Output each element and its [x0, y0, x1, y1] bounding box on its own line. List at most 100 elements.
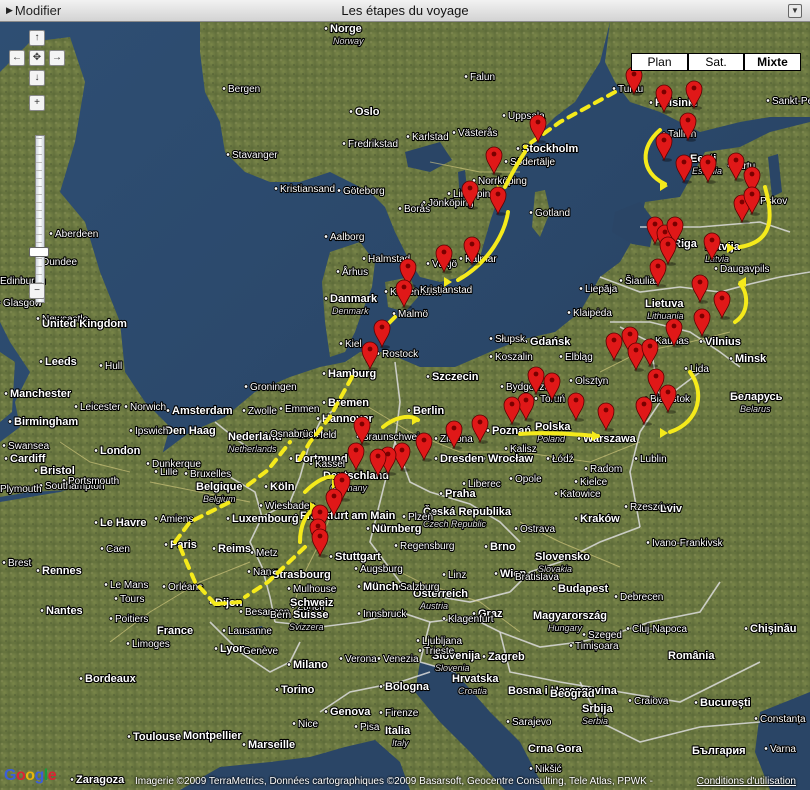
place-label: Genova	[330, 706, 371, 718]
place-label: Tours	[120, 594, 144, 605]
place-label: Falun	[470, 72, 495, 83]
town-dot	[336, 188, 342, 193]
pan-up-icon[interactable]: ↑	[29, 30, 45, 46]
place-label: България	[692, 745, 746, 757]
map-canvas[interactable]: NorgeNorway Bergen Oslo Stavanger Kristiansa…	[0, 22, 810, 790]
town-dot	[263, 484, 269, 489]
place-label: France	[157, 625, 193, 637]
place-label: Slovakia	[538, 564, 572, 574]
town-dot	[393, 543, 399, 548]
town-dot	[425, 374, 431, 379]
town-dot	[163, 542, 169, 547]
town-dot	[246, 569, 252, 574]
place-label: Cardiff	[10, 453, 46, 465]
place-label: Swansea	[8, 441, 50, 452]
place-label: Lietuva	[645, 298, 684, 310]
town-dot	[278, 406, 284, 411]
place-label: Emmen	[285, 404, 319, 415]
place-label: Rostock	[382, 349, 419, 360]
place-label: Praha	[445, 488, 476, 500]
place-label: Kraków	[580, 513, 620, 525]
zoom-slider-track[interactable]	[35, 135, 45, 303]
place-label: Poitiers	[115, 614, 148, 625]
town-dot	[328, 554, 334, 559]
pan-down-icon[interactable]: ↓	[29, 70, 45, 86]
town-dot	[763, 746, 769, 751]
map-type-satellite-button[interactable]: Sat.	[688, 53, 744, 71]
place-label: Norway	[333, 36, 364, 46]
place-label: Constanța	[760, 714, 806, 725]
place-label: Caen	[106, 544, 130, 555]
place-label: Toulouse	[133, 731, 181, 743]
town-dot	[645, 540, 651, 545]
town-dot	[378, 684, 384, 689]
town-dot	[499, 384, 505, 389]
place-label: Crna Gora	[528, 743, 583, 755]
zoom-in-icon[interactable]: +	[29, 95, 45, 111]
town-dot	[391, 311, 397, 316]
zoom-slider-handle[interactable]	[29, 247, 49, 257]
place-label: Budapest	[558, 583, 608, 595]
map-view[interactable]: Norge Norway Bergen Oslo Stavanger Kristiansa…	[0, 22, 810, 790]
place-label: Nürnberg	[372, 523, 422, 535]
place-label: Linz	[448, 570, 466, 581]
town-dot	[583, 466, 589, 471]
place-label: Magyarország	[533, 610, 607, 622]
place-label: România	[668, 650, 715, 662]
place-label: Varna	[770, 744, 796, 755]
place-label: Le Mans	[110, 580, 148, 591]
town-dot	[713, 266, 719, 271]
zoom-out-icon[interactable]: −	[29, 283, 45, 299]
place-label: Göteborg	[343, 186, 385, 197]
town-dot	[273, 186, 279, 191]
place-label: Norge	[330, 23, 362, 35]
town-dot	[573, 516, 579, 521]
place-label: Debrecen	[620, 592, 663, 603]
town-dot	[35, 568, 41, 573]
town-dot	[123, 404, 129, 409]
town-dot	[243, 384, 249, 389]
town-dot	[356, 584, 362, 589]
town-dot	[451, 130, 457, 135]
place-label: Hrvatska	[452, 673, 499, 685]
place-label: Gotland	[535, 208, 570, 219]
terms-of-use-link[interactable]: Conditions d'utilisation	[697, 776, 796, 787]
town-dot	[433, 456, 439, 461]
place-label: Zwolle	[248, 406, 277, 417]
town-dot	[633, 456, 639, 461]
town-dot	[165, 408, 171, 413]
town-dot	[241, 742, 247, 747]
place-label: Mulhouse	[293, 584, 337, 595]
town-dot	[48, 231, 54, 236]
place-label: Belgium	[203, 494, 236, 504]
place-label: Borås	[404, 203, 430, 215]
town-dot	[238, 609, 244, 614]
place-label: Pisa	[360, 722, 380, 733]
place-label: Belarus	[740, 404, 771, 414]
place-label: Nice	[298, 719, 318, 730]
place-label: Hull	[105, 361, 122, 372]
town-dot	[446, 191, 452, 196]
town-dot	[463, 74, 469, 79]
pan-center-icon[interactable]: ✥	[29, 50, 45, 66]
town-dot	[286, 586, 292, 591]
place-label: Dresden	[440, 453, 484, 465]
town-dot	[335, 269, 341, 274]
map-type-plan-button[interactable]: Plan	[631, 53, 688, 71]
place-label: Malmö	[398, 309, 428, 320]
place-label: Milano	[293, 659, 328, 671]
place-label: Reims	[218, 543, 251, 555]
town-dot	[365, 526, 371, 531]
place-label: Bologna	[385, 681, 430, 693]
place-label: Wrocław	[488, 453, 533, 465]
town-dot	[38, 359, 44, 364]
town-dot	[323, 234, 329, 239]
town-dot	[501, 113, 507, 118]
collapse-icon[interactable]: ▼	[788, 4, 802, 18]
pan-right-icon[interactable]: →	[49, 50, 65, 66]
pan-left-icon[interactable]: ←	[9, 50, 25, 66]
place-label: Manchester	[10, 388, 72, 400]
town-dot	[483, 544, 489, 549]
place-label: Sarajevo	[512, 717, 552, 728]
map-type-hybrid-button[interactable]: Mixte	[744, 53, 801, 71]
